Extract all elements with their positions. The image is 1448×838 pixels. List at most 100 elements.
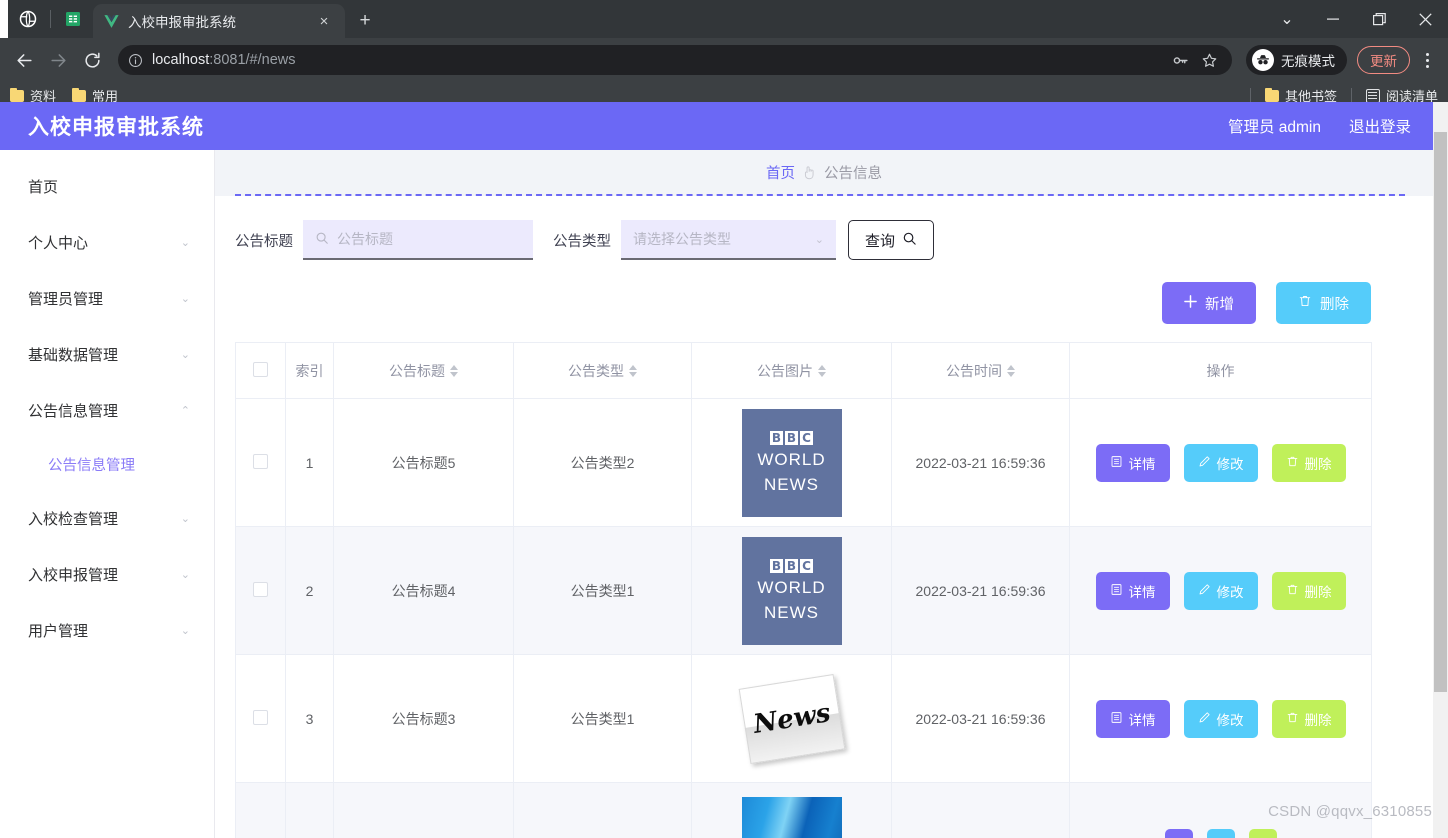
row-delete-button[interactable]: 删除 xyxy=(1271,699,1346,738)
notice-type-select[interactable]: 请选择公告类型 ⌄ xyxy=(621,220,836,260)
edit-button[interactable]: 修改 xyxy=(1183,571,1258,610)
sidebar-item-admin-management[interactable]: 管理员管理 ⌄ xyxy=(0,270,214,326)
sheets-icon[interactable] xyxy=(59,5,87,33)
logout-button[interactable]: 退出登录 xyxy=(1349,115,1411,137)
tabstrip-left-icons xyxy=(8,0,93,38)
sort-icon[interactable] xyxy=(450,364,458,377)
column-image[interactable]: 公告图片 xyxy=(691,342,892,399)
query-button[interactable]: 查询 xyxy=(848,220,935,260)
breadcrumb: 首页 公告信息 xyxy=(215,150,1433,194)
row-checkbox-cell[interactable] xyxy=(235,782,286,838)
row-type: 公告类型1 xyxy=(513,654,692,783)
trash-icon xyxy=(1286,711,1299,727)
notice-type-label: 公告类型 xyxy=(553,233,611,250)
kebab-menu-icon[interactable] xyxy=(1414,44,1440,76)
page-scrollbar-thumb[interactable] xyxy=(1434,132,1447,692)
batch-delete-button[interactable]: 删除 xyxy=(1276,282,1371,324)
notice-title-input[interactable]: 公告标题 xyxy=(303,220,533,260)
incognito-indicator[interactable]: 无痕模式 xyxy=(1246,45,1347,75)
blue-photo-image[interactable] xyxy=(741,797,842,838)
column-operations: 操作 xyxy=(1069,342,1372,399)
minimize-icon[interactable] xyxy=(1310,0,1356,38)
pencil-icon xyxy=(1198,583,1211,599)
app-title: 入校申报审批系统 xyxy=(28,116,204,139)
breadcrumb-home[interactable]: 首页 xyxy=(766,162,795,183)
bbc-world-news-image[interactable]: BBC WORLD NEWS xyxy=(741,536,842,645)
edit-button-label: 修改 xyxy=(1216,456,1244,472)
chevron-down-icon: ⌄ xyxy=(180,236,190,249)
address-bar[interactable]: localhost:8081/#/news xyxy=(118,45,1232,75)
column-type[interactable]: 公告类型 xyxy=(513,342,692,399)
sort-icon[interactable] xyxy=(818,364,826,377)
table-row: 4 xyxy=(235,782,1372,838)
sidebar-subitem-notice-management[interactable]: 公告信息管理 xyxy=(0,438,214,490)
column-time[interactable]: 公告时间 xyxy=(891,342,1070,399)
sort-icon[interactable] xyxy=(1007,364,1015,377)
detail-button[interactable]: 详情 xyxy=(1095,699,1170,738)
row-checkbox-cell[interactable] xyxy=(235,398,286,527)
page-viewport: 入校申报审批系统 管理员 admin 退出登录 首页 个人中心 ⌄ 管理员管理 … xyxy=(0,102,1448,838)
back-icon[interactable] xyxy=(8,44,40,76)
update-button[interactable]: 更新 xyxy=(1357,46,1410,74)
row-image-cell xyxy=(691,782,892,838)
reload-icon[interactable] xyxy=(76,44,108,76)
sidebar-item-label: 管理员管理 xyxy=(28,290,104,308)
edit-button[interactable] xyxy=(1206,829,1235,838)
row-checkbox[interactable] xyxy=(253,709,268,725)
row-checkbox[interactable] xyxy=(253,581,268,597)
sidebar-item-personal-center[interactable]: 个人中心 ⌄ xyxy=(0,214,214,270)
newspaper-news-image[interactable]: News xyxy=(738,673,845,764)
row-checkbox[interactable] xyxy=(253,453,268,469)
sidebar-item-home[interactable]: 首页 xyxy=(0,158,214,214)
forward-icon[interactable] xyxy=(42,44,74,76)
select-all-header[interactable] xyxy=(235,342,286,399)
edit-button[interactable]: 修改 xyxy=(1183,443,1258,482)
row-delete-button[interactable]: 删除 xyxy=(1271,571,1346,610)
sidebar: 首页 个人中心 ⌄ 管理员管理 ⌄ 基础数据管理 ⌄ 公告信息管理 ⌃ 公告信息… xyxy=(0,150,215,838)
sidebar-item-label: 基础数据管理 xyxy=(28,346,119,364)
folder-icon xyxy=(1264,87,1279,102)
page-scrollbar[interactable] xyxy=(1433,102,1448,838)
new-tab-button[interactable]: + xyxy=(351,7,379,35)
row-delete-button[interactable] xyxy=(1248,829,1277,838)
sidebar-item-entry-check-management[interactable]: 入校检查管理 ⌄ xyxy=(0,490,214,546)
detail-button[interactable] xyxy=(1164,829,1193,838)
add-button[interactable]: 新增 xyxy=(1162,282,1256,324)
bbc-world-news-image[interactable]: BBC WORLD NEWS xyxy=(741,408,842,517)
bbc-letter: B xyxy=(770,558,783,573)
close-window-icon[interactable] xyxy=(1402,0,1448,38)
tabstrip-left-pad xyxy=(0,0,8,38)
sidebar-item-base-data-management[interactable]: 基础数据管理 ⌄ xyxy=(0,326,214,382)
pencil-icon xyxy=(1198,455,1211,471)
browser-tab[interactable]: 入校申报审批系统 × xyxy=(93,4,345,38)
browser-window: 入校申报审批系统 × + ⌄ localhost:8081/#/news 无痕模… xyxy=(0,0,1448,838)
detail-button[interactable]: 详情 xyxy=(1095,571,1170,610)
row-title: 公告标题3 xyxy=(333,654,514,783)
row-checkbox-cell[interactable] xyxy=(235,654,286,783)
row-delete-button[interactable]: 删除 xyxy=(1271,443,1346,482)
row-time: 2022-03-21 16:59:36 xyxy=(891,398,1070,527)
globe-icon[interactable] xyxy=(14,5,42,33)
row-delete-button-label: 删除 xyxy=(1304,712,1332,728)
detail-button[interactable]: 详情 xyxy=(1095,443,1170,482)
sidebar-item-user-management[interactable]: 用户管理 ⌄ xyxy=(0,602,214,658)
incognito-label: 无痕模式 xyxy=(1281,54,1335,69)
info-circle-icon[interactable] xyxy=(128,53,143,68)
sidebar-item-label: 用户管理 xyxy=(28,622,89,640)
edit-button[interactable]: 修改 xyxy=(1183,699,1258,738)
column-title[interactable]: 公告标题 xyxy=(333,342,514,399)
chevron-down-icon[interactable]: ⌄ xyxy=(1264,0,1310,38)
sidebar-item-notice-management[interactable]: 公告信息管理 ⌃ xyxy=(0,382,214,438)
select-all-checkbox[interactable] xyxy=(253,361,268,377)
chevron-down-icon: ⌄ xyxy=(814,233,824,246)
close-icon[interactable]: × xyxy=(313,10,335,32)
notice-table: 索引 公告标题 公告类型 公告图片 公告时间 操作 1 公告标题5 公告类型2 … xyxy=(235,342,1372,838)
row-operations: 详情 修改 删除 xyxy=(1069,526,1372,655)
row-checkbox-cell[interactable] xyxy=(235,526,286,655)
maximize-icon[interactable] xyxy=(1356,0,1402,38)
sort-icon[interactable] xyxy=(629,364,637,377)
star-icon[interactable] xyxy=(1201,52,1218,69)
sidebar-item-entry-apply-management[interactable]: 入校申报管理 ⌄ xyxy=(0,546,214,602)
sidebar-item-label: 个人中心 xyxy=(28,234,89,252)
key-icon[interactable] xyxy=(1172,52,1189,69)
